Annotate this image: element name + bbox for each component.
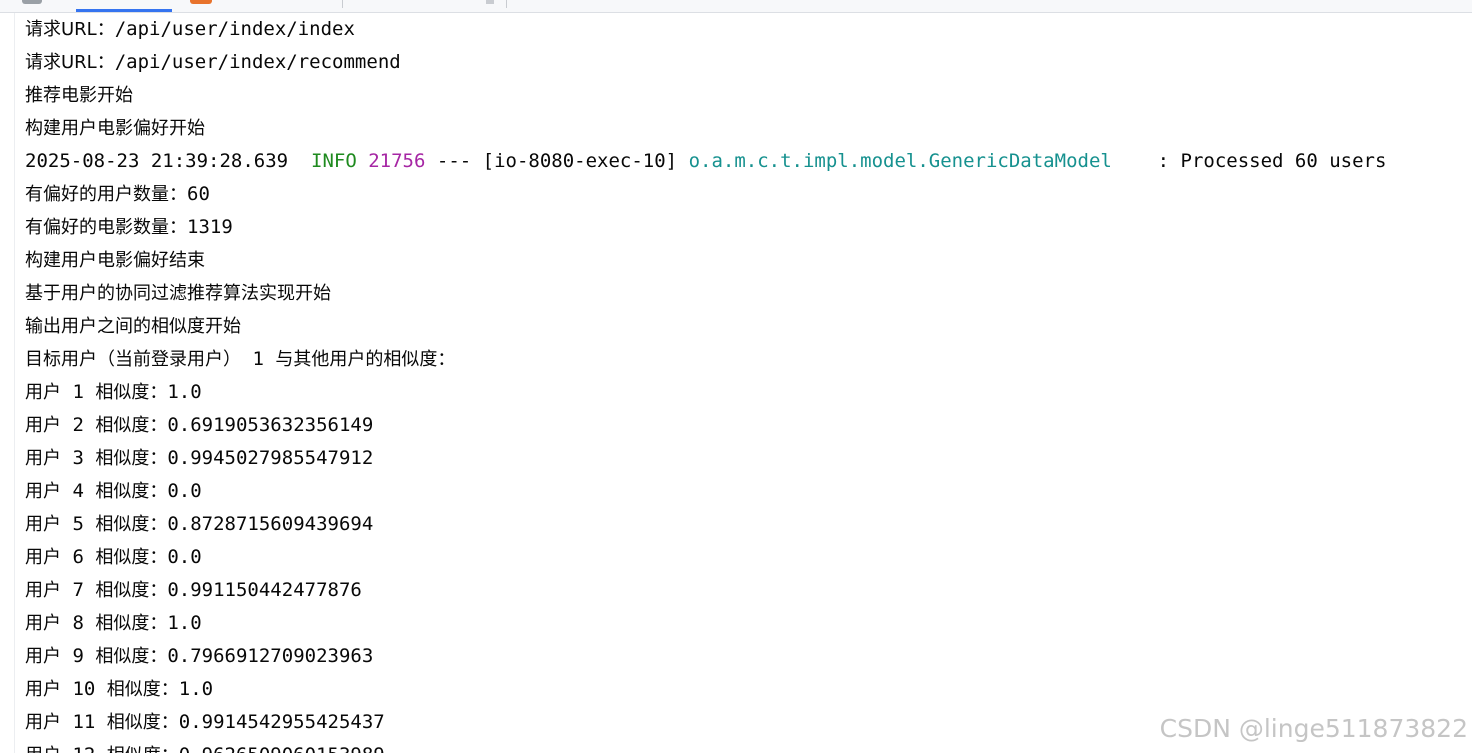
similarity-line: 用户 5 相似度：0.8728715609439694 xyxy=(25,513,374,535)
similarity-line: 用户 7 相似度：0.991150442477876 xyxy=(25,579,362,601)
log-logger[interactable]: o.a.m.c.t.impl.model.GenericDataModel xyxy=(689,150,1112,172)
similarity-line: 用户 10 相似度：1.0 xyxy=(25,678,214,700)
console-line: 有偏好的电影数量：1319 xyxy=(25,216,233,238)
tab-separator xyxy=(506,0,507,8)
console-line: 推荐电影开始 xyxy=(25,85,133,106)
console-line: 请求URL：/api/user/index/index xyxy=(25,18,355,40)
log-colon: : xyxy=(1157,150,1170,172)
run-config-icon[interactable] xyxy=(190,0,212,4)
console-gutter xyxy=(0,13,15,753)
console-line: 目标用户（当前登录用户） 1 与其他用户的相似度： xyxy=(25,348,456,370)
console-line: 构建用户电影偏好结束 xyxy=(25,250,205,271)
similarity-line: 用户 6 相似度：0.0 xyxy=(25,546,202,568)
similarity-line: 用户 3 相似度：0.9945027985547912 xyxy=(25,447,374,469)
log-pid: 21756 xyxy=(368,150,426,172)
console-line: 输出用户之间的相似度开始 xyxy=(25,316,241,337)
console-line: 基于用户的协同过滤推荐算法实现开始 xyxy=(25,283,331,304)
console-line: 有偏好的用户数量：60 xyxy=(25,183,210,205)
similarity-line: 用户 1 相似度：1.0 xyxy=(25,381,202,403)
console-tab-bar xyxy=(0,0,1472,13)
log-message: Processed 60 users xyxy=(1180,150,1387,172)
log-line: 2025-08-23 21:39:28.639 INFO 21756 --- [… xyxy=(25,145,1386,178)
log-separator: --- xyxy=(436,150,472,172)
similarity-line: 用户 9 相似度：0.7966912709023963 xyxy=(25,645,374,667)
similarity-line: 用户 4 相似度：0.0 xyxy=(25,480,202,502)
console-line: 构建用户电影偏好开始 xyxy=(25,118,205,139)
tab-console-active[interactable] xyxy=(76,0,172,12)
similarity-line: 用户 8 相似度：1.0 xyxy=(25,612,202,634)
tab-icon[interactable] xyxy=(22,0,42,4)
log-level: INFO xyxy=(311,150,357,172)
console-line: 请求URL：/api/user/index/recommend xyxy=(25,51,401,73)
log-timestamp: 2025-08-23 21:39:28.639 xyxy=(25,150,289,172)
watermark: CSDN @linge511873822 xyxy=(1159,714,1468,743)
similarity-line: 用户 2 相似度：0.6919053632356149 xyxy=(25,414,374,436)
console-lines: 请求URL：/api/user/index/index 请求URL：/api/u… xyxy=(25,13,1386,753)
console-output[interactable]: 请求URL：/api/user/index/index 请求URL：/api/u… xyxy=(0,13,1472,753)
log-thread: [io-8080-exec-10] xyxy=(482,150,678,172)
tab-separator xyxy=(342,0,343,8)
tab-close-icon[interactable] xyxy=(486,0,494,4)
